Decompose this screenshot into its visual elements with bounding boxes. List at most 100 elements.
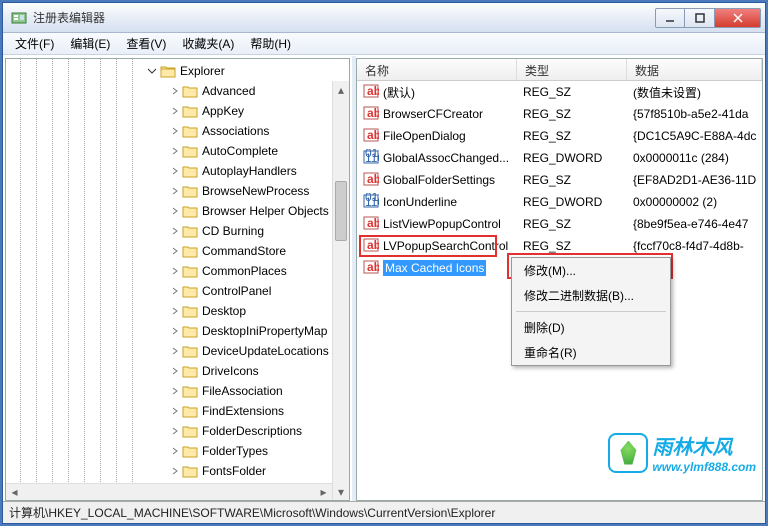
menu-edit[interactable]: 编辑(E): [62, 33, 118, 54]
context-rename[interactable]: 重命名(R): [512, 340, 670, 365]
minimize-button[interactable]: [655, 8, 685, 28]
folder-open-icon: [160, 64, 176, 78]
expand-chevron-icon[interactable]: [170, 146, 180, 156]
tree-node[interactable]: AutoComplete: [170, 141, 349, 161]
collapse-arrow-icon[interactable]: [146, 65, 158, 77]
watermark-logo-icon: [608, 433, 648, 473]
list-row[interactable]: 011110GlobalAssocChanged...REG_DWORD0x00…: [357, 147, 762, 169]
tree-node[interactable]: FontsFolder: [170, 461, 349, 481]
tree-node[interactable]: AppKey: [170, 101, 349, 121]
context-modify[interactable]: 修改(M)...: [512, 258, 670, 283]
scroll-right-icon[interactable]: ▸: [315, 484, 332, 500]
value-data: (数值未设置): [627, 84, 762, 101]
tree-horizontal-scrollbar[interactable]: ◂ ▸: [6, 483, 332, 500]
expand-chevron-icon[interactable]: [170, 386, 180, 396]
expand-chevron-icon[interactable]: [170, 126, 180, 136]
scroll-up-icon[interactable]: ▴: [333, 81, 349, 98]
value-data: {fccf70c8-f4d7-4d8b-: [627, 239, 762, 253]
expand-chevron-icon[interactable]: [170, 266, 180, 276]
tree-node[interactable]: AutoplayHandlers: [170, 161, 349, 181]
tree-node[interactable]: ControlPanel: [170, 281, 349, 301]
list-row[interactable]: abListViewPopupControlREG_SZ{8be9f5ea-e7…: [357, 213, 762, 235]
tree-vertical-scrollbar[interactable]: ▴ ▾: [332, 81, 349, 500]
tree-item-label: FontsFolder: [202, 464, 266, 478]
list-row[interactable]: abFileOpenDialogREG_SZ{DC1C5A9C-E88A-4dc: [357, 125, 762, 147]
list-row[interactable]: abGlobalFolderSettingsREG_SZ{EF8AD2D1-AE…: [357, 169, 762, 191]
expand-chevron-icon[interactable]: [170, 226, 180, 236]
tree-node-explorer[interactable]: Explorer: [146, 61, 349, 81]
tree-item-label: AutoComplete: [202, 144, 278, 158]
context-delete[interactable]: 删除(D): [512, 315, 670, 340]
expand-chevron-icon[interactable]: [170, 466, 180, 476]
column-header-name[interactable]: 名称: [357, 59, 517, 80]
scroll-left-icon[interactable]: ◂: [6, 484, 23, 500]
expand-chevron-icon[interactable]: [170, 86, 180, 96]
tree-node[interactable]: FolderDescriptions: [170, 421, 349, 441]
list-header: 名称 类型 数据: [357, 59, 762, 81]
value-name: BrowserCFCreator: [383, 107, 483, 121]
list-row[interactable]: 011110IconUnderlineREG_DWORD0x00000002 (…: [357, 191, 762, 213]
expand-chevron-icon[interactable]: [170, 366, 180, 376]
expand-chevron-icon[interactable]: [170, 446, 180, 456]
list-row[interactable]: ab(默认)REG_SZ(数值未设置): [357, 81, 762, 103]
expand-chevron-icon[interactable]: [170, 286, 180, 296]
list-pane[interactable]: 名称 类型 数据 ab(默认)REG_SZ(数值未设置)ab BrowserCFC…: [356, 58, 763, 501]
tree-node[interactable]: Browser Helper Objects: [170, 201, 349, 221]
scroll-down-icon[interactable]: ▾: [333, 483, 349, 500]
svg-text:ab: ab: [367, 238, 379, 252]
expand-chevron-icon[interactable]: [170, 346, 180, 356]
tree-node[interactable]: FileAssociation: [170, 381, 349, 401]
tree-node[interactable]: Desktop: [170, 301, 349, 321]
tree-node[interactable]: DeviceUpdateLocations: [170, 341, 349, 361]
regedit-icon: [11, 10, 27, 26]
maximize-button[interactable]: [685, 8, 715, 28]
tree-node[interactable]: FindExtensions: [170, 401, 349, 421]
expand-chevron-icon[interactable]: [170, 326, 180, 336]
tree-node[interactable]: FolderTypes: [170, 441, 349, 461]
list-row[interactable]: abBrowserCFCreatorREG_SZ{57f8510b-a5e2-4…: [357, 103, 762, 125]
titlebar: 注册表编辑器: [3, 3, 765, 33]
expand-chevron-icon[interactable]: [170, 106, 180, 116]
reg-string-icon: ab: [363, 237, 379, 256]
value-name: Max Cached Icons: [383, 260, 486, 276]
tree-node[interactable]: CommandStore: [170, 241, 349, 261]
value-name: ListViewPopupControl: [383, 217, 501, 231]
menu-favorites[interactable]: 收藏夹(A): [174, 33, 242, 54]
expand-chevron-icon[interactable]: [170, 186, 180, 196]
tree-item-label: Desktop: [202, 304, 246, 318]
menu-help[interactable]: 帮助(H): [242, 33, 299, 54]
expand-chevron-icon[interactable]: [170, 306, 180, 316]
scroll-thumb[interactable]: [335, 181, 347, 241]
expand-chevron-icon[interactable]: [170, 246, 180, 256]
tree-node[interactable]: Advanced: [170, 81, 349, 101]
tree-pane[interactable]: Explorer AdvancedAppKeyAssociations AutoC…: [5, 58, 350, 501]
tree-node[interactable]: DesktopIniPropertyMap: [170, 321, 349, 341]
tree-node[interactable]: Associations: [170, 121, 349, 141]
tree-item-label: BrowseNewProcess: [202, 184, 309, 198]
tree-node[interactable]: BrowseNewProcess: [170, 181, 349, 201]
watermark: 雨林木风 www.ylmf888.com: [608, 431, 756, 474]
tree-item-label: FindExtensions: [202, 404, 284, 418]
tree-node[interactable]: CommonPlaces: [170, 261, 349, 281]
tree-parent-label: Explorer: [180, 64, 225, 78]
menu-file[interactable]: 文件(F): [7, 33, 62, 54]
tree-node[interactable]: DriveIcons: [170, 361, 349, 381]
svg-text:110: 110: [365, 151, 379, 165]
column-header-type[interactable]: 类型: [517, 59, 627, 80]
expand-chevron-icon[interactable]: [170, 426, 180, 436]
column-header-data[interactable]: 数据: [627, 59, 762, 80]
tree-item-label: FolderDescriptions: [202, 424, 302, 438]
svg-text:ab: ab: [367, 106, 379, 120]
tree-item-label: DeviceUpdateLocations: [202, 344, 329, 358]
close-button[interactable]: [715, 8, 761, 28]
tree-node[interactable]: CD Burning: [170, 221, 349, 241]
value-name: GlobalFolderSettings: [383, 173, 495, 187]
svg-text:ab: ab: [367, 216, 379, 230]
list-row[interactable]: abLVPopupSearchControlREG_SZ{fccf70c8-f4…: [357, 235, 762, 257]
menu-view[interactable]: 查看(V): [118, 33, 174, 54]
expand-chevron-icon[interactable]: [170, 166, 180, 176]
expand-chevron-icon[interactable]: [170, 206, 180, 216]
expand-chevron-icon[interactable]: [170, 406, 180, 416]
reg-string-icon: ab: [363, 105, 379, 124]
context-modify-binary[interactable]: 修改二进制数据(B)...: [512, 283, 670, 308]
